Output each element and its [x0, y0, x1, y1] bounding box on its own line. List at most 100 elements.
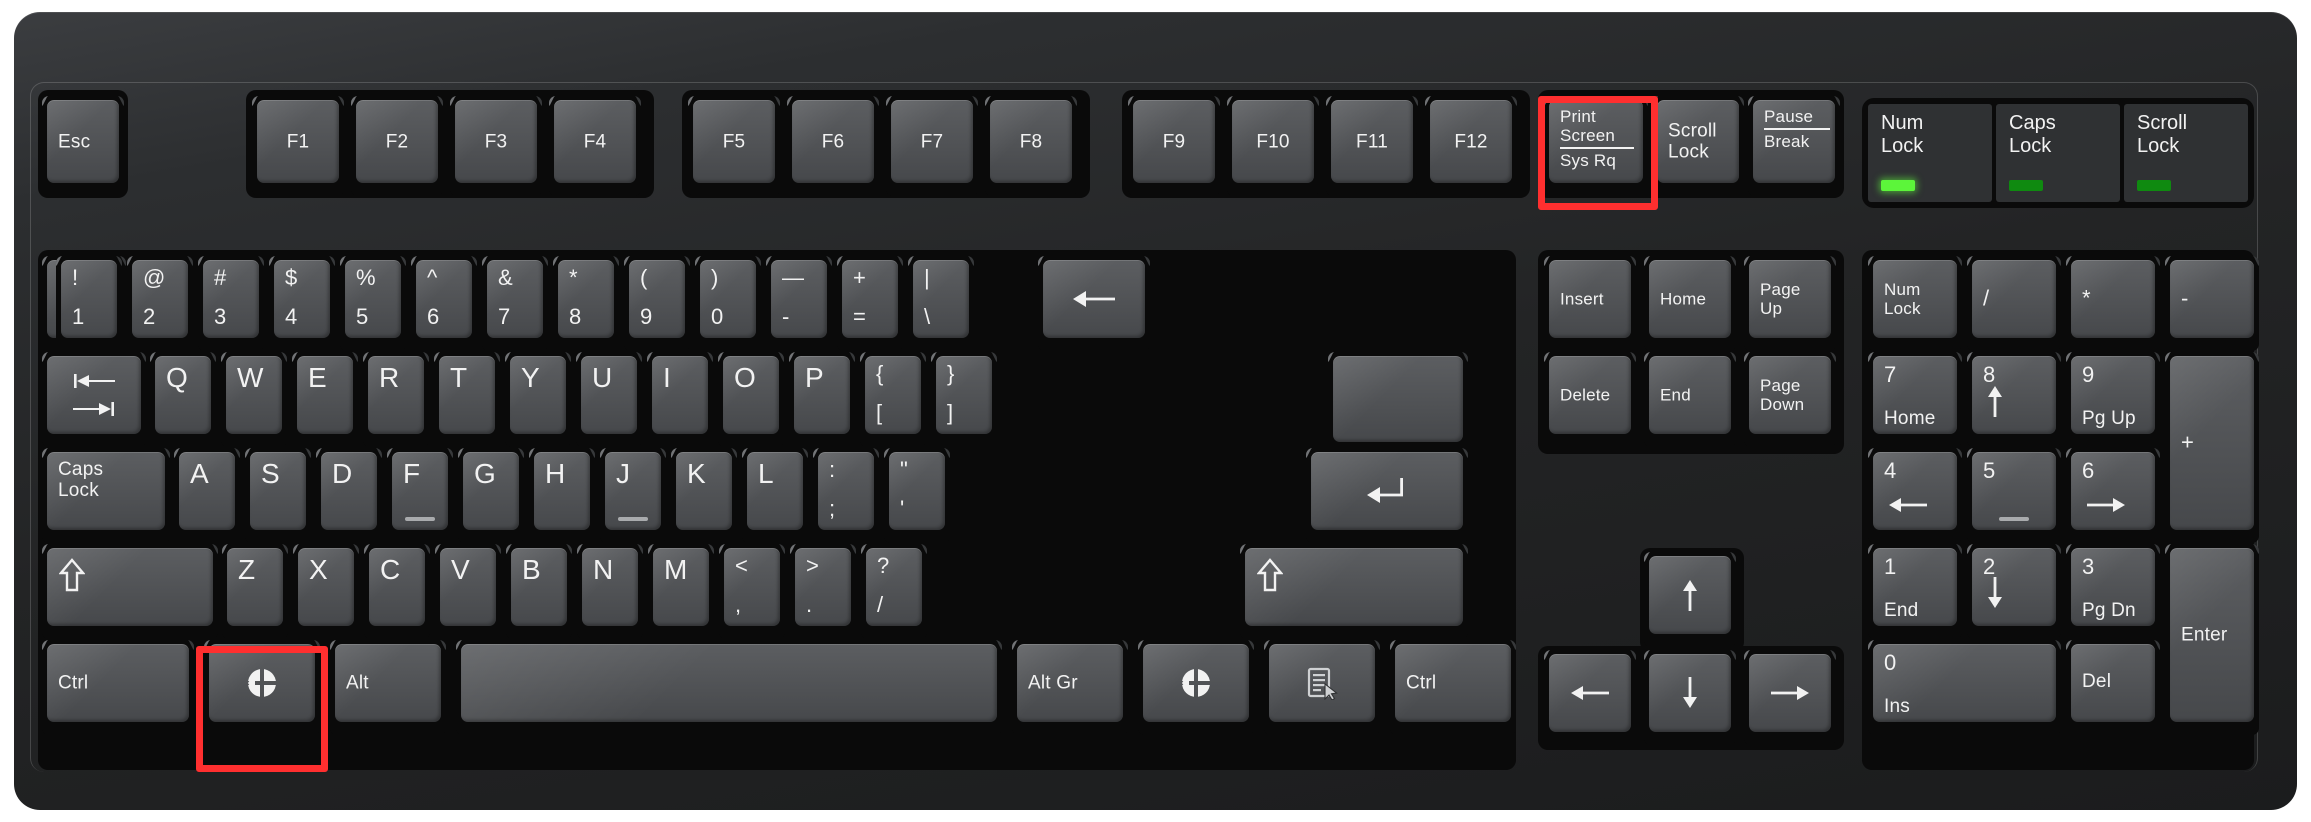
key-home[interactable]: Home — [1644, 256, 1736, 351]
key-f11[interactable]: F11 — [1326, 96, 1418, 196]
key-page-down[interactable]: Page Down — [1744, 352, 1836, 447]
key-backspace[interactable] — [1038, 256, 1150, 351]
key-arrow-up[interactable] — [1644, 552, 1736, 647]
key-alt-gr[interactable]: Alt Gr — [1012, 640, 1128, 735]
key-f7[interactable]: F7 — [886, 96, 978, 196]
key-numpad-0[interactable]: 0 Ins — [1868, 640, 2061, 735]
key-p[interactable]: P — [789, 352, 855, 447]
key-enter[interactable] — [1306, 448, 1468, 543]
key-esc[interactable]: Esc — [42, 96, 124, 196]
key-space[interactable] — [456, 640, 1002, 735]
key-g[interactable]: G — [458, 448, 524, 543]
key-slash[interactable]: ? / — [861, 544, 927, 639]
key-print-screen[interactable]: Print Screen Sys Rq — [1544, 96, 1648, 196]
key-8[interactable]: * 8 — [553, 256, 619, 351]
key-tab[interactable] — [42, 352, 146, 447]
key-numpad-divide[interactable]: / — [1967, 256, 2061, 351]
key-enter-upper[interactable] — [1328, 352, 1468, 455]
key-numpad-7[interactable]: 7 Home — [1868, 352, 1962, 447]
key-quote[interactable]: " ' — [884, 448, 950, 543]
key-end[interactable]: End — [1644, 352, 1736, 447]
key-ctrl-right[interactable]: Ctrl — [1390, 640, 1516, 735]
key-bracket-left[interactable]: {[ — [860, 352, 926, 447]
key-numpad-add[interactable]: + — [2165, 352, 2259, 543]
key-y[interactable]: Y — [505, 352, 571, 447]
key-numpad-4[interactable]: 4 — [1868, 448, 1962, 543]
key-numpad-6[interactable]: 6 — [2066, 448, 2160, 543]
key-numpad-5[interactable]: 5 — [1967, 448, 2061, 543]
key-w[interactable]: W — [221, 352, 287, 447]
key-j[interactable]: J — [600, 448, 666, 543]
key-backslash[interactable]: | \ — [908, 256, 974, 351]
key-r[interactable]: R — [363, 352, 429, 447]
key-insert[interactable]: Insert — [1544, 256, 1636, 351]
key-numpad-enter[interactable]: Enter — [2165, 544, 2259, 735]
key-numpad-3[interactable]: 3 Pg Dn — [2066, 544, 2160, 639]
key-5[interactable]: % 5 — [340, 256, 406, 351]
key-f6[interactable]: F6 — [787, 96, 879, 196]
key-numpad-2[interactable]: 2 — [1967, 544, 2061, 639]
key-f1[interactable]: F1 — [252, 96, 344, 196]
key-semicolon[interactable]: :; — [813, 448, 879, 543]
key-arrow-left[interactable] — [1544, 650, 1636, 745]
key-q[interactable]: Q — [150, 352, 216, 447]
key-m[interactable]: M — [648, 544, 714, 639]
key-1[interactable]: ! 1 — [56, 256, 122, 351]
key-super-left[interactable] — [204, 640, 320, 735]
key-v[interactable]: V — [435, 544, 501, 639]
key-page-up[interactable]: Page Up — [1744, 256, 1836, 351]
key-f12[interactable]: F12 — [1425, 96, 1517, 196]
key-l[interactable]: L — [742, 448, 808, 543]
key-bracket-right[interactable]: }] — [931, 352, 997, 447]
key-shift-left[interactable] — [42, 544, 218, 639]
key-numpad-num-lock[interactable]: Num Lock — [1868, 256, 1962, 351]
key-numpad-8[interactable]: 8 — [1967, 352, 2061, 447]
key-f4[interactable]: F4 — [549, 96, 641, 196]
key-a[interactable]: A — [174, 448, 240, 543]
key-super-right[interactable] — [1138, 640, 1254, 735]
key-7[interactable]: & 7 — [482, 256, 548, 351]
key-f8[interactable]: F8 — [985, 96, 1077, 196]
key-0[interactable]: ) 0 — [695, 256, 761, 351]
key-comma[interactable]: <, — [719, 544, 785, 639]
key-o[interactable]: O — [718, 352, 784, 447]
key-b[interactable]: B — [506, 544, 572, 639]
key-arrow-down[interactable] — [1644, 650, 1736, 745]
key-u[interactable]: U — [576, 352, 642, 447]
key-9[interactable]: (9 — [624, 256, 690, 351]
key--[interactable]: — - — [766, 256, 832, 351]
key-alt-left[interactable]: Alt — [330, 640, 446, 735]
key-c[interactable]: C — [364, 544, 430, 639]
key-s[interactable]: S — [245, 448, 311, 543]
key-delete[interactable]: Delete — [1544, 352, 1636, 447]
key-f9[interactable]: F9 — [1128, 96, 1220, 196]
key-x[interactable]: X — [293, 544, 359, 639]
key-e[interactable]: E — [292, 352, 358, 447]
key-numpad-1[interactable]: 1 End — [1868, 544, 1962, 639]
key-menu[interactable] — [1264, 640, 1380, 735]
key-4[interactable]: $4 — [269, 256, 335, 351]
key-f5[interactable]: F5 — [688, 96, 780, 196]
key-pause-break[interactable]: Pause Break — [1748, 96, 1840, 196]
key-arrow-right[interactable] — [1744, 650, 1836, 745]
key-f[interactable]: F — [387, 448, 453, 543]
key-scroll-lock[interactable]: Scroll Lock — [1652, 96, 1744, 196]
key-n[interactable]: N — [577, 544, 643, 639]
key-z[interactable]: Z — [222, 544, 288, 639]
key-shift-right[interactable] — [1240, 544, 1468, 639]
key-6[interactable]: ^ 6 — [411, 256, 477, 351]
key-numpad-9[interactable]: 9 Pg Up — [2066, 352, 2160, 447]
key-=[interactable]: + = — [837, 256, 903, 351]
key-d[interactable]: D — [316, 448, 382, 543]
key-3[interactable]: #3 — [198, 256, 264, 351]
key-numpad-multiply[interactable]: * — [2066, 256, 2160, 351]
key-k[interactable]: K — [671, 448, 737, 543]
key-period[interactable]: >. — [790, 544, 856, 639]
key-f10[interactable]: F10 — [1227, 96, 1319, 196]
key-numpad-subtract[interactable]: - — [2165, 256, 2259, 351]
key-f3[interactable]: F3 — [450, 96, 542, 196]
key-2[interactable]: @2 — [127, 256, 193, 351]
key-i[interactable]: I — [647, 352, 713, 447]
key-numpad-del[interactable]: Del — [2066, 640, 2160, 735]
key-h[interactable]: H — [529, 448, 595, 543]
